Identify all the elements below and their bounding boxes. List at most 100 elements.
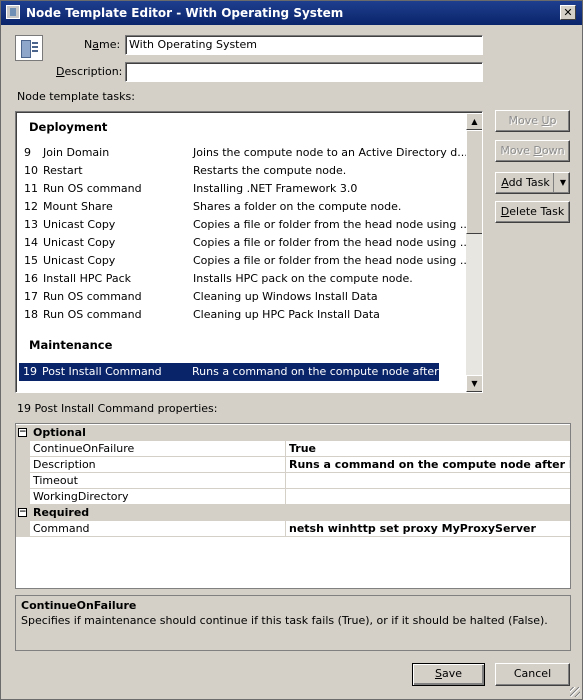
help-title: ContinueOnFailure [21,599,137,612]
node-template-icon [15,35,43,61]
add-task-label: dd Task [508,176,550,189]
name-label-text: N [84,38,93,51]
task-name: Unicast Copy [43,236,116,249]
delete-task-accel: D [500,205,510,218]
task-number: 15 [24,254,38,267]
task-number: 16 [24,272,38,285]
row-gutter [16,473,30,489]
collapse-icon[interactable]: − [18,508,27,517]
window-app-icon [6,5,20,19]
task-row[interactable]: 16 Install HPC Pack Installs HPC pack on t… [20,270,440,288]
task-number: 11 [24,182,38,195]
task-name: Unicast Copy [43,254,116,267]
task-name: Mount Share [43,200,113,213]
category-label: Required [33,506,90,519]
task-name: Install HPC Pack [43,272,131,285]
property-row[interactable]: ContinueOnFailure True [16,441,570,457]
property-value[interactable]: True [285,441,570,457]
move-up-button[interactable]: Move Up [495,110,570,132]
add-task-button[interactable]: Add Task ▼ [495,172,570,194]
task-number: 14 [24,236,38,249]
property-row[interactable]: Timeout [16,473,570,489]
task-row[interactable]: 13 Unicast Copy Copies a file or folder fr… [20,216,470,234]
property-value[interactable] [285,489,570,505]
save-accel: S [434,667,442,680]
move-up-accel: U [541,114,550,127]
window-title: Node Template Editor - With Operating Sy… [26,6,344,20]
category-optional[interactable]: − Optional [16,425,570,441]
property-row[interactable]: Description Runs a command on the compute… [16,457,570,473]
property-grid[interactable]: − Optional ContinueOnFailure True Descript… [15,423,571,589]
task-number: 18 [24,308,38,321]
task-description: Copies a file or folder from the head no… [193,236,471,249]
task-name: Join Domain [43,146,110,159]
name-field[interactable]: With Operating System [125,35,483,55]
category-required[interactable]: − Required [16,505,570,521]
property-name: Command [33,522,90,535]
close-button[interactable]: ✕ [560,5,576,20]
chevron-down-icon[interactable]: ▼ [560,173,566,193]
row-gutter [16,457,30,473]
description-field[interactable] [125,62,483,82]
row-gutter [16,441,30,457]
title-bar[interactable]: Node Template Editor - With Operating Sy… [1,1,582,25]
task-description: Copies a file or folder from the head no… [193,218,471,231]
tasks-list[interactable]: Deployment 9 Join Domain Joins the compute… [15,111,483,393]
property-row[interactable]: WorkingDirectory [16,489,570,505]
maintenance-group-header: Maintenance [29,338,113,352]
task-row[interactable]: 15 Unicast Copy Copies a file or folder fr… [20,252,470,270]
task-description: Cleaning up HPC Pack Install Data [193,308,380,321]
scroll-down-arrow-icon[interactable]: ▼ [466,375,482,392]
row-gutter [16,489,30,505]
property-row[interactable]: Command netsh winhttp set proxy MyProxySe… [16,521,570,537]
task-name: Run OS command [43,182,142,195]
name-label-text2: me: [98,38,121,51]
property-value[interactable]: Runs a command on the compute node after… [285,457,570,473]
move-down-accel: D [533,144,542,157]
task-number: 10 [24,164,38,177]
property-name: WorkingDirectory [33,490,129,503]
property-name: ContinueOnFailure [33,442,135,455]
task-row-selected[interactable]: 19 Post Install Command Runs a command on … [19,363,466,381]
collapse-icon[interactable]: − [18,428,27,437]
task-description: Cleaning up Windows Install Data [193,290,378,303]
move-down-label: Move [500,144,534,157]
task-number: 12 [24,200,38,213]
save-button[interactable]: Save [412,663,485,686]
cancel-button[interactable]: Cancel [495,663,570,686]
task-row[interactable]: 18 Run OS command Cleaning up HPC Pack Ins… [20,306,440,324]
task-description: Joins the compute node to an Active Dire… [193,146,468,159]
move-up-label: Move [508,114,542,127]
task-row[interactable]: 12 Mount Share Shares a folder on the comp… [20,198,440,216]
property-value[interactable]: netsh winhttp set proxy MyProxyServer [285,521,570,537]
task-row[interactable]: 14 Unicast Copy Copies a file or folder fr… [20,234,470,252]
task-description: Runs a command on the compute node after… [192,365,466,378]
delete-task-button[interactable]: Delete Task [495,201,570,223]
task-name: Run OS command [43,308,142,321]
task-name: Post Install Command [42,365,162,378]
task-row[interactable]: 9 Join Domain Joins the compute node to an… [20,144,468,162]
move-down-button[interactable]: Move Down [495,140,570,162]
add-task-divider [553,173,554,193]
name-label-accel: a [92,38,99,51]
task-name: Unicast Copy [43,218,116,231]
task-description: Installing .NET Framework 3.0 [193,182,358,195]
task-name: Run OS command [43,290,142,303]
task-number: 13 [24,218,38,231]
task-number: 9 [24,146,31,159]
properties-title: 19 Post Install Command properties: [17,402,218,415]
resize-grip-icon[interactable] [570,687,580,697]
task-row[interactable]: 11 Run OS command Installing .NET Framewor… [20,180,440,198]
move-up-label2: p [549,114,557,127]
property-value[interactable] [285,473,570,489]
deployment-group-header: Deployment [29,120,108,134]
property-help-box: ContinueOnFailure Specifies if maintenan… [15,595,571,651]
tasks-scrollbar[interactable]: ▲ ▼ [466,113,482,392]
move-down-label2: own [541,144,565,157]
category-label: Optional [33,426,86,439]
task-row[interactable]: 10 Restart Restarts the compute node. [20,162,440,180]
task-row[interactable]: 17 Run OS command Cleaning up Windows Inst… [20,288,440,306]
scroll-thumb[interactable] [466,130,482,234]
scroll-up-arrow-icon[interactable]: ▲ [466,113,482,130]
property-name: Timeout [33,474,78,487]
